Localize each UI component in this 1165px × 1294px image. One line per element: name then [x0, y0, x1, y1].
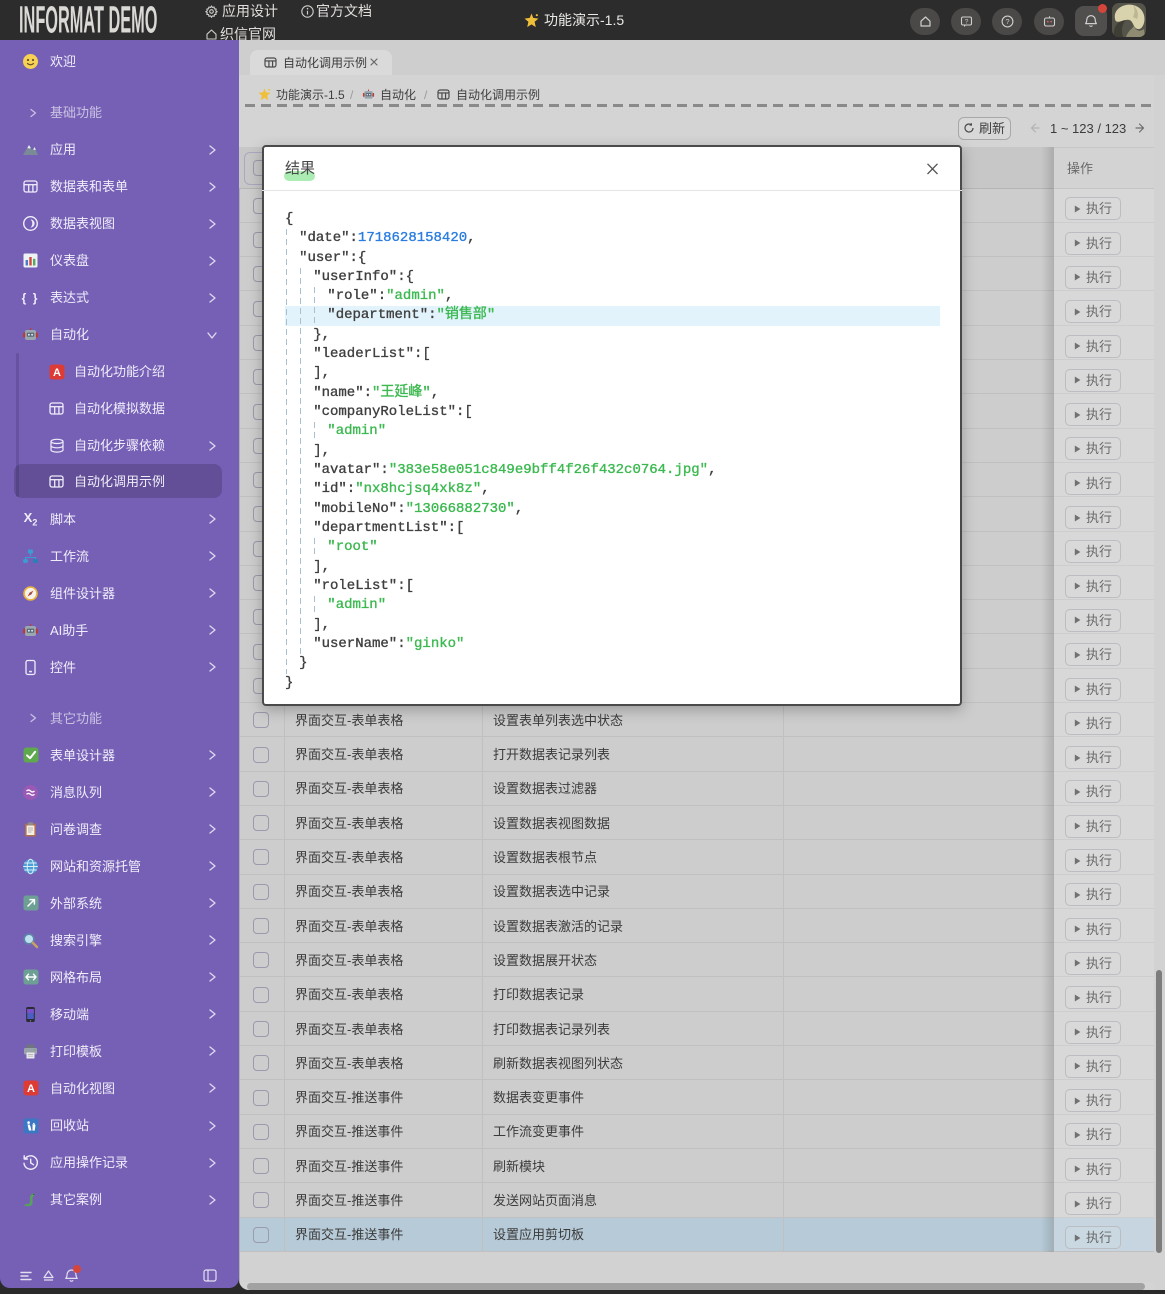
svg-text:?: ? — [964, 18, 968, 25]
svg-text:?: ? — [1005, 17, 1009, 26]
svg-text:A: A — [27, 1083, 35, 1095]
svg-text:A: A — [53, 367, 61, 379]
